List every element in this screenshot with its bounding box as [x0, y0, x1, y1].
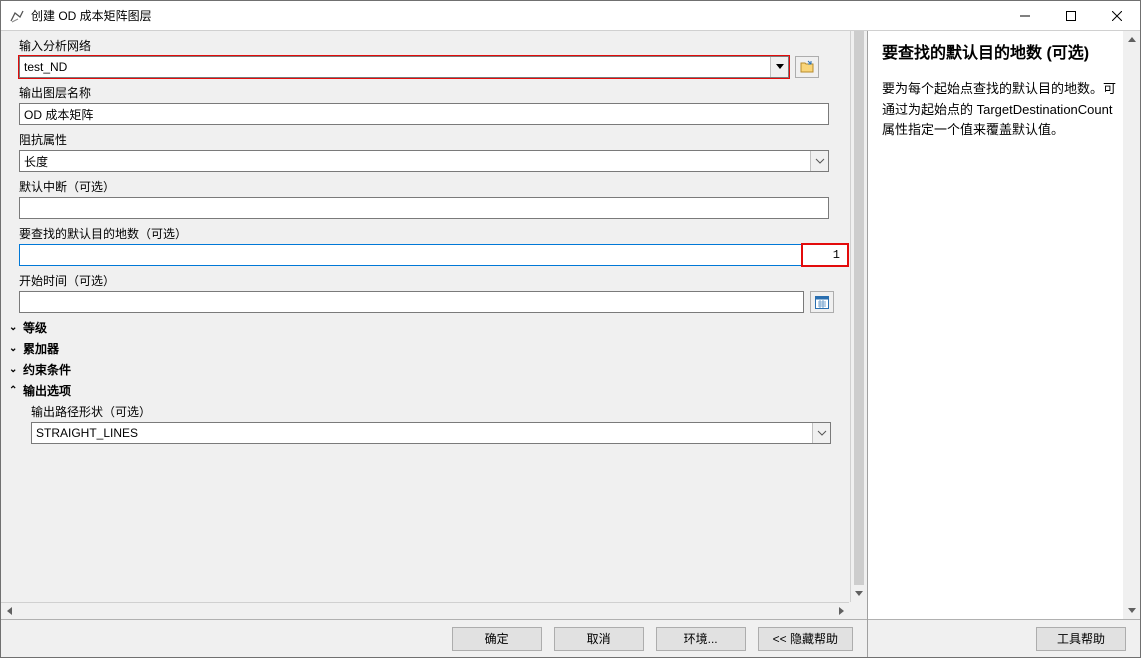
dialog-window: 创建 OD 成本矩阵图层 输入分析网络 [0, 0, 1141, 658]
browse-button[interactable] [795, 56, 819, 78]
output-shape-input[interactable] [31, 422, 831, 444]
start-time-input[interactable] [19, 291, 804, 313]
env-button-label: 环境... [684, 630, 718, 647]
hide-help-button[interactable]: << 隐藏帮助 [758, 627, 853, 651]
default-break-input[interactable] [19, 197, 829, 219]
field-impedance: 阻抗属性 [5, 131, 849, 172]
help-title: 要查找的默认目的地数 (可选) [882, 43, 1122, 65]
section-constraints[interactable]: ⌄ 约束条件 [9, 361, 849, 378]
help-container: 要查找的默认目的地数 (可选) 要为每个起始点查找的默认目的地数。可通过为起始点… [868, 31, 1140, 657]
scroll-up-icon[interactable] [1123, 31, 1140, 48]
hide-help-button-label: << 隐藏帮助 [773, 630, 838, 647]
horizontal-scrollbar[interactable] [1, 602, 849, 619]
label-network: 输入分析网络 [19, 37, 849, 54]
maximize-button[interactable] [1048, 1, 1094, 31]
scroll-right-icon[interactable] [832, 603, 849, 619]
output-shape-combo[interactable] [31, 422, 831, 444]
field-output-layer: 输出图层名称 [5, 84, 849, 125]
help-body: 要为每个起始点查找的默认目的地数。可通过为起始点的 TargetDestinat… [882, 79, 1122, 139]
chevron-down-icon[interactable] [812, 423, 830, 443]
window-title: 创建 OD 成本矩阵图层 [31, 7, 1002, 24]
chevron-up-icon: ⌃ [9, 385, 19, 396]
label-target-dest: 要查找的默认目的地数（可选） [19, 225, 849, 242]
calendar-button[interactable] [810, 291, 834, 313]
scrollbar-thumb[interactable] [854, 31, 864, 585]
cancel-button-label: 取消 [587, 630, 611, 647]
dialog-body: 输入分析网络 [1, 31, 1140, 657]
output-layer-input[interactable] [19, 103, 829, 125]
label-default-break: 默认中断（可选） [19, 178, 849, 195]
chevron-down-icon: ⌄ [9, 343, 19, 354]
form-button-bar: 确定 取消 环境... << 隐藏帮助 [1, 619, 867, 657]
field-target-dest: 要查找的默认目的地数（可选） [5, 225, 849, 266]
help-pane: 要查找的默认目的地数 (可选) 要为每个起始点查找的默认目的地数。可通过为起始点… [868, 31, 1140, 619]
section-output-options[interactable]: ⌃ 输出选项 [9, 382, 849, 399]
ok-button-label: 确定 [485, 630, 509, 647]
close-button[interactable] [1094, 1, 1140, 31]
impedance-input[interactable] [19, 150, 829, 172]
tool-help-button[interactable]: 工具帮助 [1036, 627, 1126, 651]
vertical-scrollbar[interactable] [850, 31, 867, 602]
label-start-time: 开始时间（可选） [19, 272, 849, 289]
help-button-bar: 工具帮助 [868, 619, 1140, 657]
chevron-down-icon[interactable] [810, 151, 828, 171]
field-start-time: 开始时间（可选） [5, 272, 849, 313]
section-hierarchy[interactable]: ⌄ 等级 [9, 319, 849, 336]
target-dest-input[interactable] [19, 244, 849, 266]
impedance-combo[interactable] [19, 150, 829, 172]
network-combo[interactable] [19, 56, 789, 78]
help-vertical-scrollbar[interactable] [1123, 31, 1140, 619]
scroll-down-icon[interactable] [851, 585, 867, 602]
scrollbar-track[interactable] [18, 603, 832, 619]
label-output-layer: 输出图层名称 [19, 84, 849, 101]
titlebar: 创建 OD 成本矩阵图层 [1, 1, 1140, 31]
label-impedance: 阻抗属性 [19, 131, 849, 148]
section-constraints-label: 约束条件 [23, 361, 71, 378]
scroll-down-icon[interactable] [1123, 602, 1140, 619]
app-icon [9, 8, 25, 24]
form-scroll-area: 输入分析网络 [1, 31, 867, 619]
section-hierarchy-label: 等级 [23, 319, 47, 336]
chevron-down-icon: ⌄ [9, 322, 19, 333]
ok-button[interactable]: 确定 [452, 627, 542, 651]
form-pane: 输入分析网络 [1, 31, 868, 657]
label-output-shape: 输出路径形状（可选） [31, 403, 849, 420]
section-accumulators-label: 累加器 [23, 340, 59, 357]
network-input[interactable] [19, 56, 789, 78]
field-default-break: 默认中断（可选） [5, 178, 849, 219]
window-controls [1002, 1, 1140, 31]
minimize-button[interactable] [1002, 1, 1048, 31]
scroll-left-icon[interactable] [1, 603, 18, 619]
cancel-button[interactable]: 取消 [554, 627, 644, 651]
field-network: 输入分析网络 [5, 37, 849, 78]
chevron-down-icon[interactable] [770, 57, 788, 77]
section-accumulators[interactable]: ⌄ 累加器 [9, 340, 849, 357]
scroll-corner [850, 602, 867, 619]
section-output-options-label: 输出选项 [23, 382, 71, 399]
field-output-shape: 输出路径形状（可选） [17, 403, 849, 444]
tool-help-button-label: 工具帮助 [1057, 630, 1105, 647]
chevron-down-icon: ⌄ [9, 364, 19, 375]
environments-button[interactable]: 环境... [656, 627, 746, 651]
